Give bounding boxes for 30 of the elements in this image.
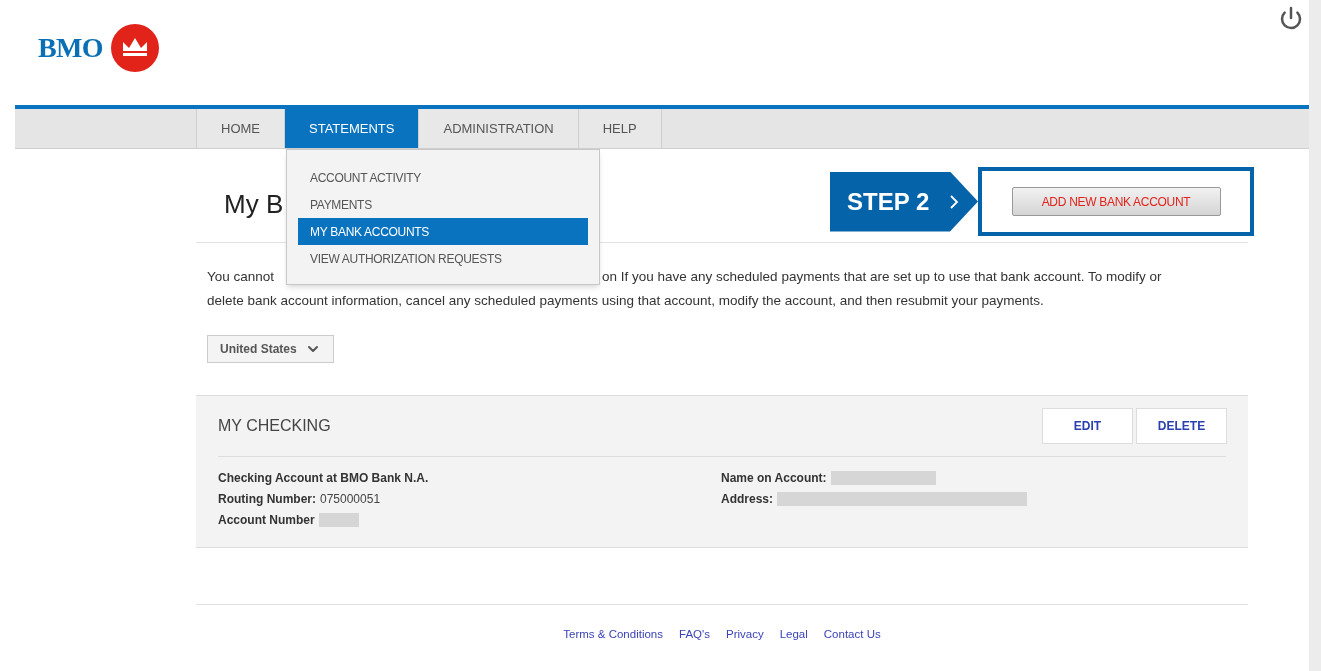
- footer-link[interactable]: Legal: [779, 626, 808, 644]
- add-bank-account-button[interactable]: ADD NEW BANK ACCOUNT: [1011, 187, 1221, 216]
- menu-item[interactable]: PAYMENTS: [298, 191, 588, 218]
- step-label: STEP 2: [847, 186, 930, 217]
- power-icon[interactable]: [1279, 6, 1303, 30]
- notice-text: You cannot: [207, 268, 276, 286]
- page-title: My B: [224, 188, 284, 221]
- field-label: Account Number: [218, 511, 315, 529]
- menu-item[interactable]: ACCOUNT ACTIVITY: [298, 164, 588, 191]
- chevron-right-icon: [949, 193, 960, 210]
- notice-text: on If you have any scheduled payments that are set up to use that bank account. To modify or: [602, 268, 1162, 286]
- account-title: MY CHECKING: [218, 416, 331, 436]
- notice-text: delete bank account information, cancel any scheduled payments using that account, modify the account, and then resubmit your payments.: [207, 292, 1045, 310]
- nav-tab[interactable]: STATEMENTS: [284, 109, 419, 148]
- bank-name: Checking Account at BMO Bank N.A.: [218, 469, 429, 487]
- logo-text: BMO: [38, 31, 103, 65]
- field-value: 075000051: [320, 490, 381, 508]
- footer-link[interactable]: Terms & Conditions: [563, 626, 663, 644]
- country-dropdown[interactable]: United States: [207, 335, 334, 363]
- field-label: Routing Number:: [218, 490, 316, 508]
- footer-link[interactable]: Privacy: [725, 626, 764, 644]
- action-button[interactable]: EDIT: [1042, 408, 1133, 444]
- field-label: Address:: [721, 490, 773, 508]
- menu-item[interactable]: MY BANK ACCOUNTS: [298, 218, 588, 245]
- footer-link[interactable]: Contact Us: [823, 626, 881, 644]
- field-label: Name on Account:: [721, 469, 827, 487]
- action-button[interactable]: DELETE: [1136, 408, 1227, 444]
- menu-item[interactable]: VIEW AUTHORIZATION REQUESTS: [298, 245, 588, 272]
- logo-roundel-icon: [110, 24, 159, 72]
- footer-link[interactable]: FAQ's: [679, 626, 710, 644]
